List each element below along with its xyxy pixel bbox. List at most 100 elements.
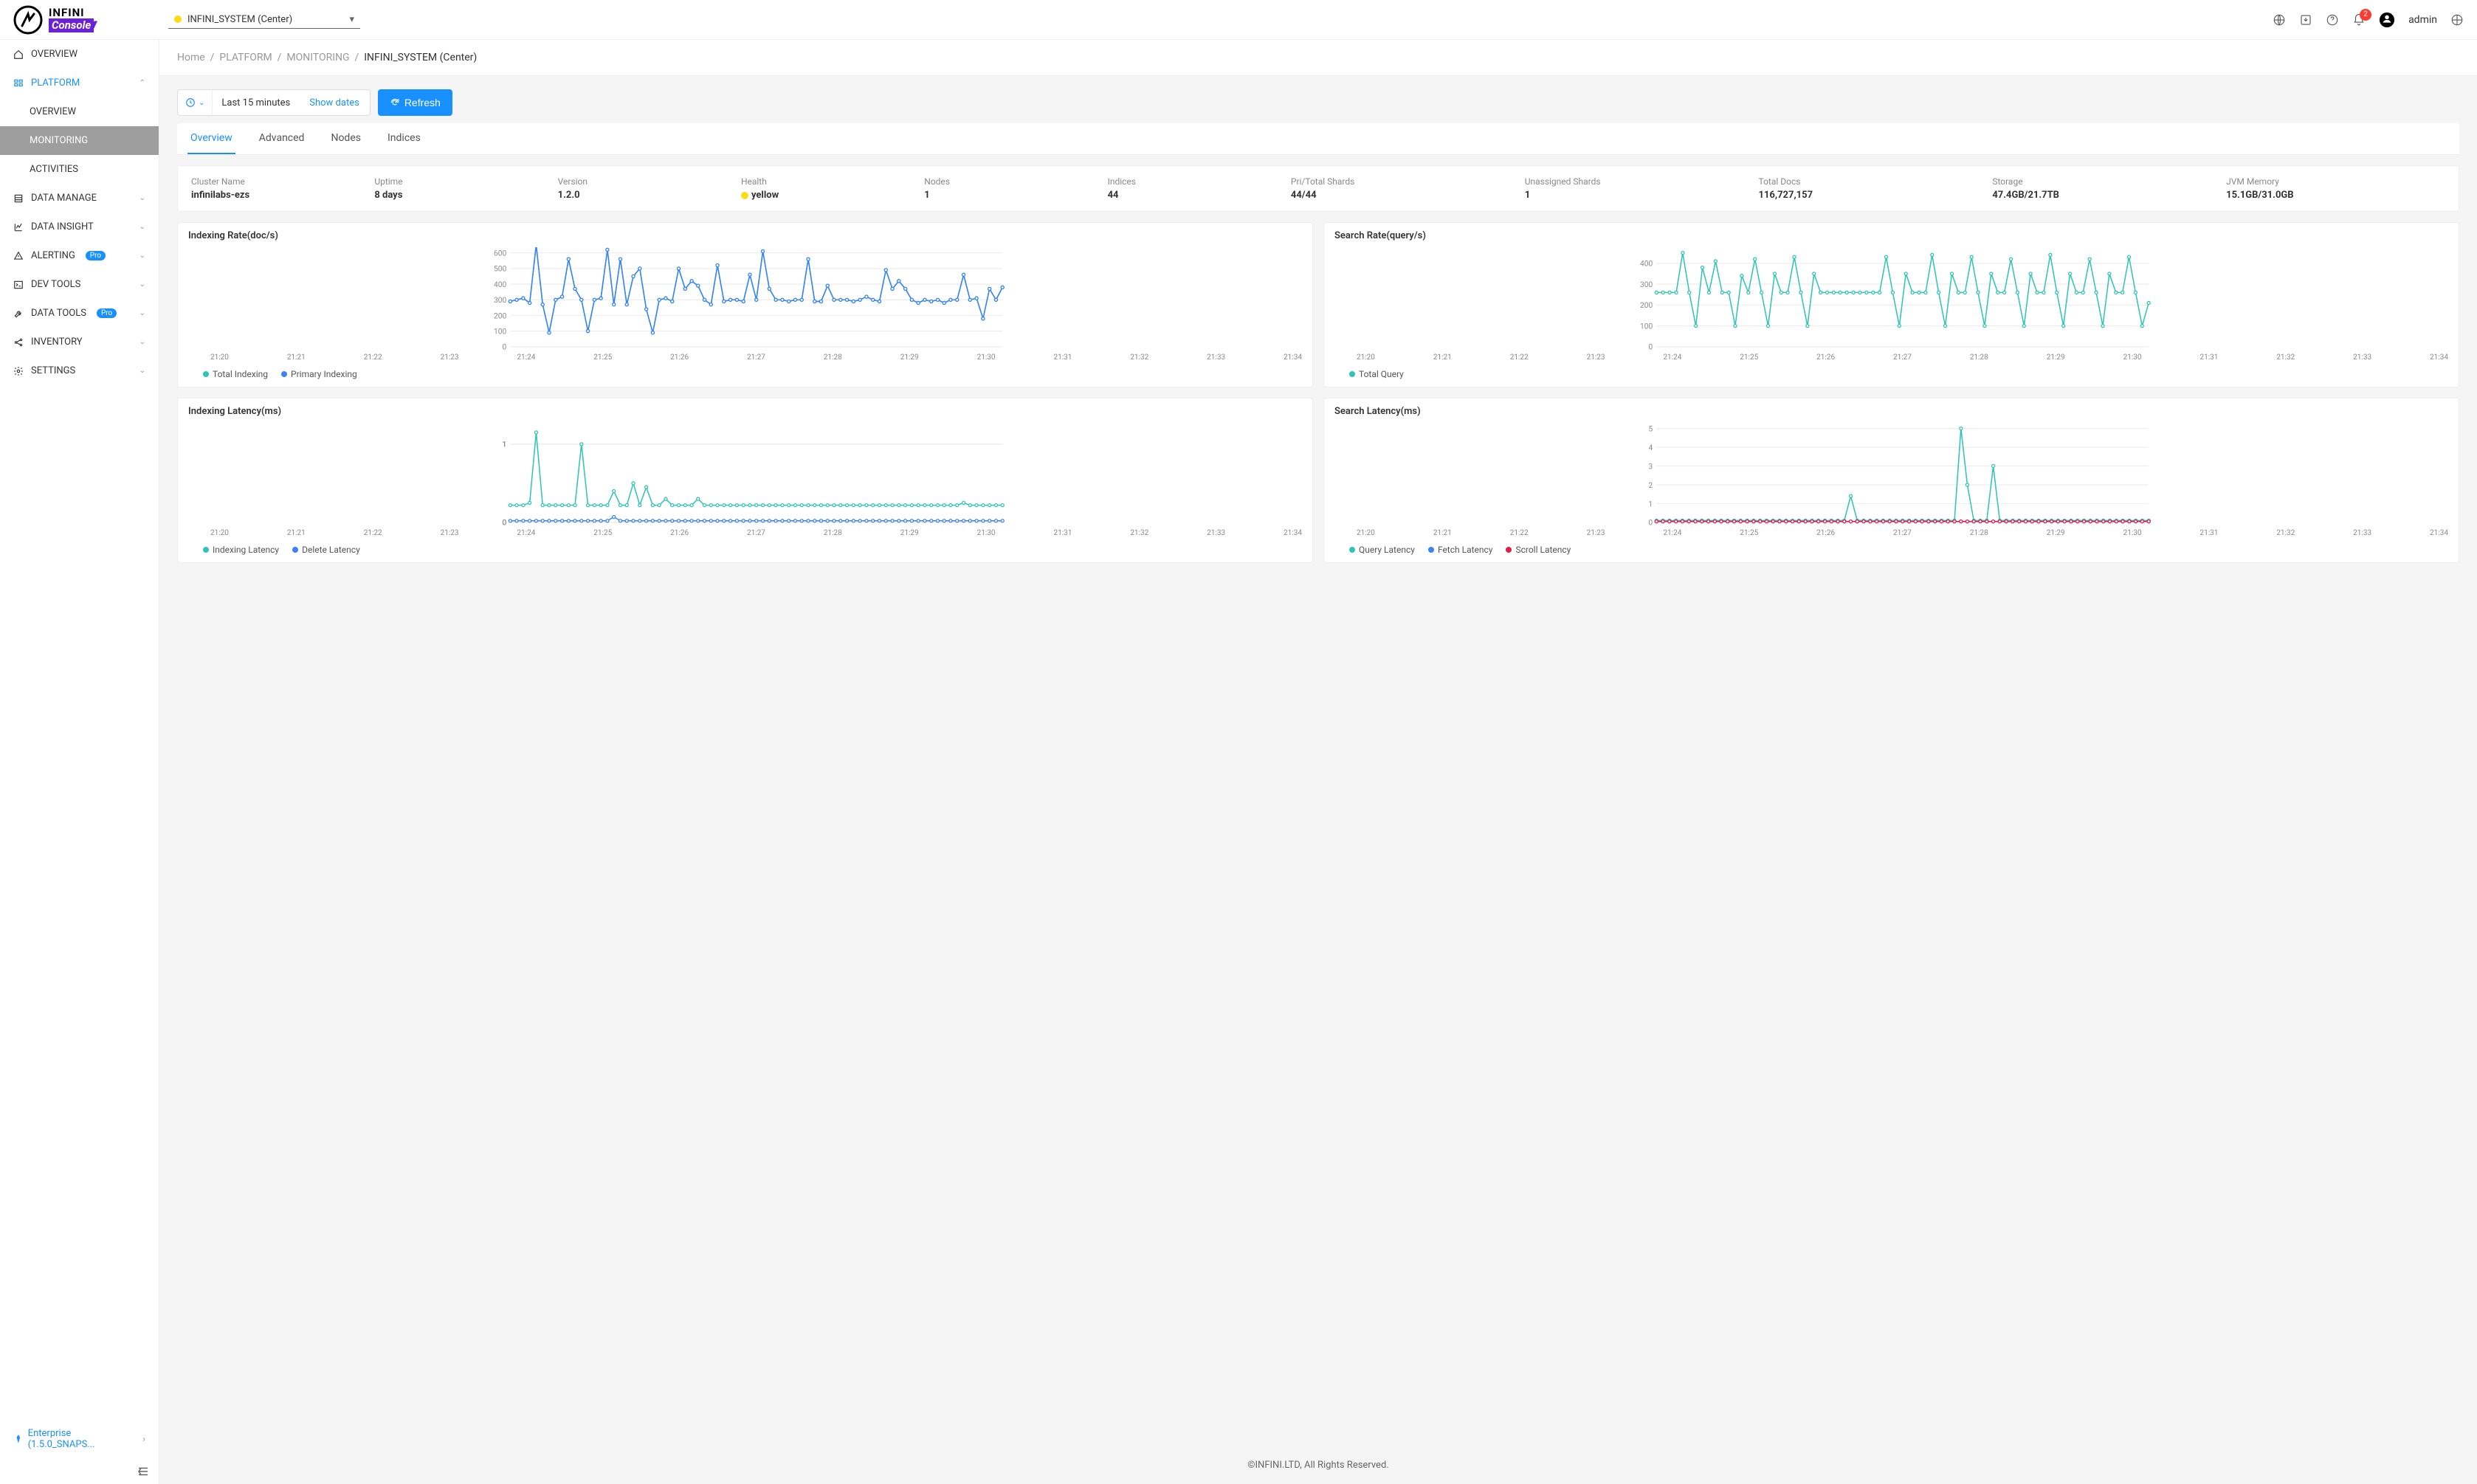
- chart-icon: [13, 222, 24, 232]
- svg-text:400: 400: [494, 281, 506, 289]
- nav-platform-overview[interactable]: OVERVIEW: [0, 97, 159, 126]
- nav-data-insight[interactable]: DATA INSIGHT⌄: [0, 213, 159, 241]
- legend-item[interactable]: Indexing Latency: [203, 545, 279, 555]
- svg-text:300: 300: [494, 297, 506, 305]
- legend-item[interactable]: Primary Indexing: [281, 369, 357, 379]
- settings-globe-icon[interactable]: [2450, 13, 2464, 27]
- svg-text:3: 3: [1649, 463, 1653, 471]
- avatar-icon[interactable]: [2379, 12, 2395, 28]
- stat-uptime: Uptime8 days: [374, 176, 542, 201]
- nav-settings[interactable]: SETTINGS⌄: [0, 356, 159, 385]
- tab-indices[interactable]: Indices: [385, 123, 424, 154]
- clock-icon[interactable]: ⌄: [178, 90, 213, 115]
- nav-dev-tools[interactable]: DEV TOOLS⌄: [0, 270, 159, 299]
- crumb-current: INFINI_SYSTEM (Center): [364, 52, 477, 63]
- globe-icon[interactable]: [2273, 13, 2286, 27]
- refresh-button[interactable]: Refresh: [378, 89, 452, 116]
- cluster-selector-label: INFINI_SYSTEM (Center): [187, 14, 292, 25]
- chart-card-indexing_rate: Indexing Rate(doc/s) 0100200300400500600…: [177, 222, 1313, 387]
- nav-platform-label: PLATFORM: [31, 77, 80, 89]
- nav-platform[interactable]: PLATFORM ⌃: [0, 69, 159, 97]
- breadcrumb: Home / PLATFORM / MONITORING / INFINI_SY…: [177, 52, 2459, 63]
- tab-overview[interactable]: Overview: [187, 123, 235, 154]
- header: INFINI Console/// INFINI_SYSTEM (Center)…: [0, 0, 2477, 40]
- nav-data-tools[interactable]: DATA TOOLS Pro ⌄: [0, 299, 159, 328]
- chart-xlabels: 21:2021:2121:2221:2321:2421:2521:2621:27…: [1334, 353, 2448, 362]
- tabs: Overview Advanced Nodes Indices: [177, 123, 2459, 155]
- legend-item[interactable]: Query Latency: [1349, 545, 1415, 555]
- chart-xlabels: 21:2021:2121:2221:2321:2421:2521:2621:27…: [188, 353, 1302, 362]
- stat-unassigned: Unassigned Shards1: [1525, 176, 1744, 201]
- chevron-up-icon: ⌃: [139, 79, 145, 87]
- collapse-icon: [137, 1465, 150, 1478]
- nav-data-manage[interactable]: DATA MANAGE⌄: [0, 184, 159, 213]
- wrench-icon: [13, 308, 24, 319]
- legend-item[interactable]: Total Query: [1349, 369, 1404, 379]
- svg-text:0: 0: [503, 344, 507, 351]
- terminal-icon: [13, 280, 24, 290]
- crumb-home[interactable]: Home: [177, 52, 205, 63]
- footer: ©INFINI.LTD, All Rights Reserved.: [159, 1446, 2477, 1484]
- stat-storage: Storage47.4GB/21.7TB: [1992, 176, 2211, 201]
- data-icon: [13, 193, 24, 204]
- chart-title: Search Latency(ms): [1334, 406, 2448, 417]
- crumb-monitoring[interactable]: MONITORING: [286, 52, 349, 63]
- svg-text:600: 600: [494, 249, 506, 258]
- charts-grid: Indexing Rate(doc/s) 0100200300400500600…: [177, 222, 2459, 563]
- stat-indices: Indices44: [1108, 176, 1276, 201]
- enterprise-link[interactable]: Enterprise (1.5.0_SNAPS... ›: [0, 1419, 159, 1459]
- svg-text:100: 100: [494, 328, 506, 337]
- time-range-picker[interactable]: ⌄ Last 15 minutes Show dates: [177, 89, 371, 116]
- crumb-platform[interactable]: PLATFORM: [219, 52, 272, 63]
- nav-overview[interactable]: OVERVIEW: [0, 40, 159, 69]
- chevron-down-icon: ⌄: [139, 194, 145, 202]
- cluster-selector[interactable]: INFINI_SYSTEM (Center) ▾: [168, 11, 360, 29]
- legend-item[interactable]: Fetch Latency: [1428, 545, 1493, 555]
- svg-text:0: 0: [1649, 520, 1653, 526]
- help-icon[interactable]: [2326, 13, 2339, 27]
- chart-xlabels: 21:2021:2121:2221:2321:2421:2521:2621:27…: [188, 529, 1302, 537]
- legend-item[interactable]: Scroll Latency: [1506, 545, 1571, 555]
- chart-card-search_latency: Search Latency(ms) 01234521:2021:2121:22…: [1323, 398, 2459, 563]
- nav-platform-monitoring[interactable]: MONITORING: [0, 126, 159, 155]
- svg-text:200: 200: [1640, 302, 1653, 310]
- nav-inventory[interactable]: INVENTORY⌄: [0, 328, 159, 356]
- sidebar: OVERVIEW PLATFORM ⌃ OVERVIEW MONITORING …: [0, 40, 159, 1484]
- svg-text:0: 0: [1649, 344, 1653, 351]
- notification-badge: 2: [2360, 9, 2371, 21]
- chevron-down-icon: ⌄: [139, 280, 145, 289]
- tab-advanced[interactable]: Advanced: [256, 123, 308, 154]
- brand-name-1: INFINI: [49, 7, 95, 18]
- chevron-down-icon: ⌄: [139, 338, 145, 346]
- chart-xlabels: 21:2021:2121:2221:2321:2421:2521:2621:27…: [1334, 529, 2448, 537]
- tab-nodes[interactable]: Nodes: [328, 123, 364, 154]
- nav-platform-activities[interactable]: ACTIVITIES: [0, 155, 159, 184]
- home-icon: [13, 49, 24, 60]
- legend-item[interactable]: Total Indexing: [203, 369, 268, 379]
- show-dates-link[interactable]: Show dates: [299, 97, 370, 108]
- username[interactable]: admin: [2408, 14, 2437, 26]
- stat-shards: Pri/Total Shards44/44: [1291, 176, 1510, 201]
- chevron-down-icon: ▾: [349, 14, 354, 25]
- legend-item[interactable]: Delete Latency: [292, 545, 360, 555]
- svg-text:200: 200: [494, 312, 506, 320]
- stat-jvm: JVM Memory15.1GB/31.0GB: [2226, 176, 2445, 201]
- health-dot-icon: [741, 192, 748, 199]
- nav-alerting[interactable]: ALERTING Pro ⌄: [0, 241, 159, 270]
- notifications-button[interactable]: 2: [2352, 13, 2366, 27]
- chart-indexing_latency: 000111: [188, 423, 1302, 526]
- chart-title: Indexing Rate(doc/s): [188, 230, 1302, 241]
- svg-text:1: 1: [1649, 500, 1653, 508]
- time-range-label: Last 15 minutes: [213, 97, 299, 108]
- main-content: Home / PLATFORM / MONITORING / INFINI_SY…: [159, 40, 2477, 1484]
- chevron-right-icon: ›: [142, 1434, 145, 1445]
- chevron-down-icon: ⌄: [139, 223, 145, 231]
- download-icon[interactable]: [2299, 13, 2312, 27]
- svg-text:4: 4: [1649, 444, 1653, 452]
- svg-text:2: 2: [1649, 482, 1653, 490]
- breadcrumb-area: Home / PLATFORM / MONITORING / INFINI_SY…: [159, 40, 2477, 76]
- collapse-sidebar-button[interactable]: [0, 1459, 159, 1484]
- diamond-icon: [13, 1434, 24, 1444]
- logo[interactable]: INFINI Console///: [13, 5, 159, 35]
- chevron-down-icon: ⌄: [199, 99, 204, 107]
